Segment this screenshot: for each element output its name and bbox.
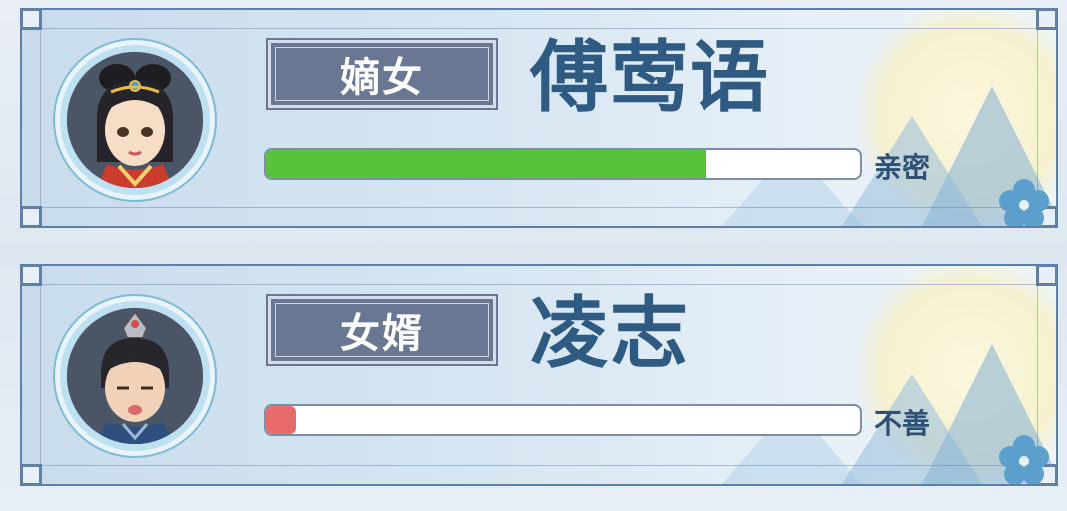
character-name: 傅莺语 [530, 33, 771, 123]
relation-label: 亲密 [874, 151, 931, 184]
flower-icon [999, 435, 1049, 484]
character-title: 嫡女 [340, 55, 424, 101]
portrait-icon [67, 52, 203, 188]
character-card-2[interactable]: 女婿 凌志 不善 [20, 264, 1058, 486]
character-name: 凌志 [530, 289, 691, 379]
corner-ornament [22, 266, 42, 286]
relation-label: 不善 [874, 407, 931, 440]
character-card-1[interactable]: 嫡女 傅莺语 亲密 [20, 8, 1058, 228]
title-badge: 女婿 [268, 296, 496, 364]
character-title: 女婿 [340, 311, 424, 357]
portrait-icon [67, 308, 203, 444]
avatar-frame [55, 296, 215, 456]
relation-bar [264, 148, 862, 180]
corner-ornament [1036, 10, 1056, 30]
relation-bar-fill [266, 150, 706, 178]
avatar-female-portrait[interactable] [67, 52, 203, 188]
corner-ornament [22, 206, 42, 226]
corner-ornament [1036, 266, 1056, 286]
relation-bar [264, 404, 862, 436]
title-badge: 嫡女 [268, 40, 496, 108]
corner-ornament [22, 464, 42, 484]
flower-icon [999, 179, 1049, 226]
relation-bar-fill [266, 406, 296, 434]
corner-ornament [22, 10, 42, 30]
avatar-frame [55, 40, 215, 200]
avatar-male-portrait[interactable] [67, 308, 203, 444]
